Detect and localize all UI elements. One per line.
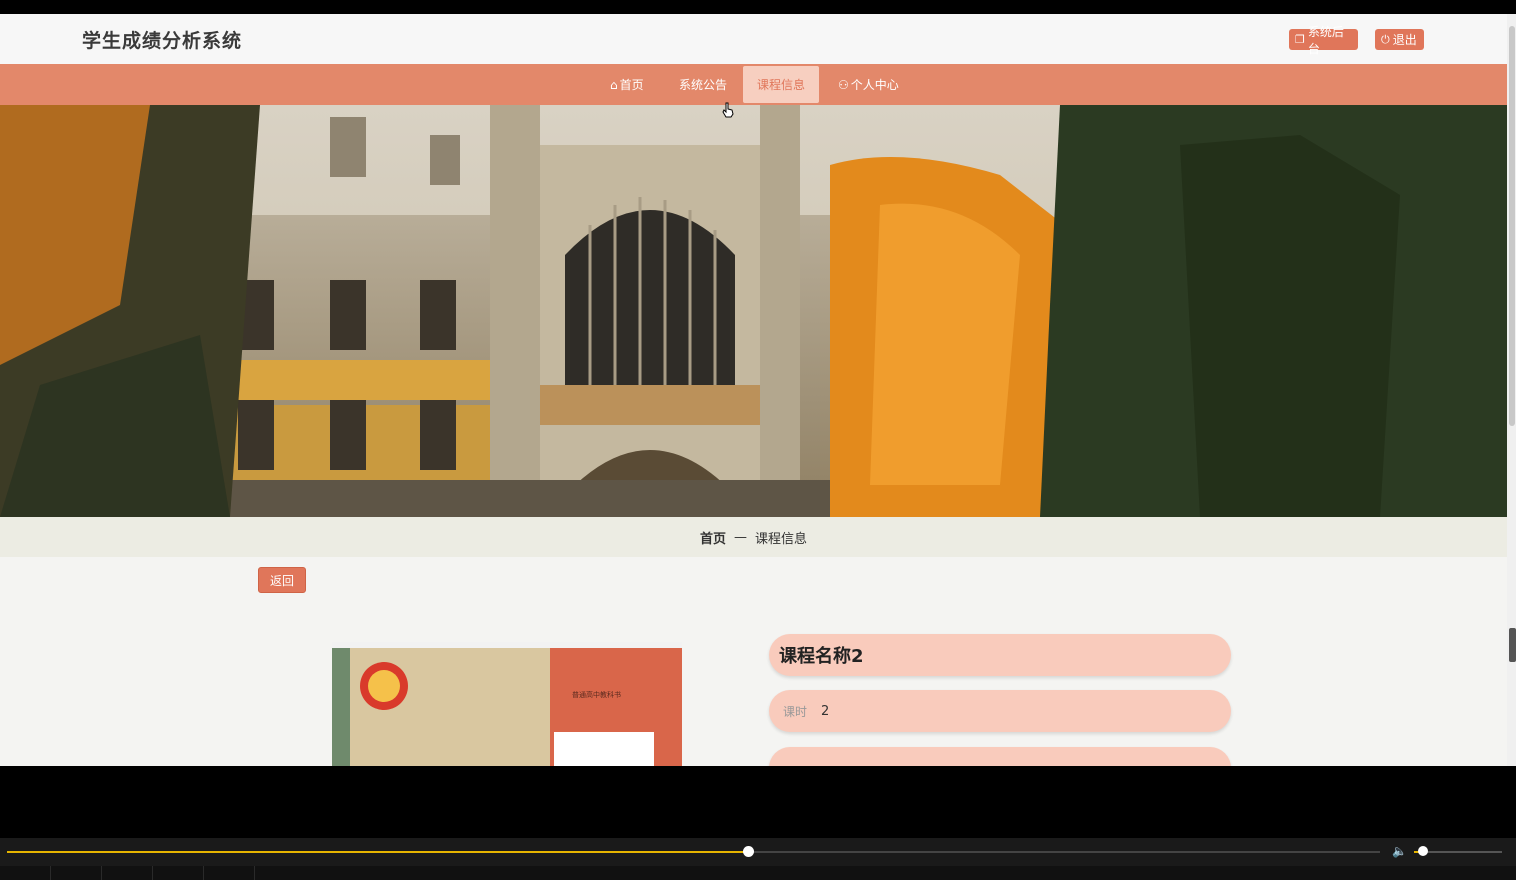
- browser-viewport: 学生成绩分析系统 ❐ 系统后台 ⏻ 退出 ⌂ 首页 系统公告 课程信息 ⚇ 个人…: [0, 14, 1516, 766]
- course-cover-image: 普通高中教科书: [332, 642, 682, 766]
- banner-image: [0, 105, 1507, 517]
- nav-item-label: 首页: [619, 78, 644, 92]
- taskbar-slot[interactable]: [204, 866, 255, 880]
- taskbar-slot[interactable]: [51, 866, 102, 880]
- nav-item-course-info[interactable]: 课程信息: [743, 66, 820, 103]
- breadcrumb-current: 课程信息: [755, 531, 808, 547]
- user-icon: ⚇: [838, 77, 849, 92]
- power-icon: ⏻: [1381, 32, 1390, 46]
- nav-item-announcements[interactable]: 系统公告: [679, 64, 727, 105]
- page-scrollbar-thumb[interactable]: [1509, 26, 1515, 426]
- side-handle[interactable]: [1509, 628, 1516, 662]
- taskbar-slot[interactable]: [102, 866, 153, 880]
- copy-icon: ❐: [1295, 33, 1305, 46]
- book-publisher-text: 普通高中教科书: [572, 690, 621, 699]
- volume-icon[interactable]: 🔈: [1392, 844, 1408, 858]
- course-hours-value: 2: [821, 703, 830, 719]
- site-header: 学生成绩分析系统 ❐ 系统后台 ⏻ 退出: [0, 14, 1507, 64]
- nav-item-label: 课程信息: [757, 78, 806, 92]
- nav-item-personal-center[interactable]: ⚇ 个人中心: [838, 64, 899, 105]
- course-info-pill: [769, 747, 1231, 766]
- course-hours-label: 课时: [783, 704, 808, 719]
- textbook-cover: 普通高中教科书: [332, 642, 682, 766]
- admin-button[interactable]: ❐ 系统后台: [1289, 25, 1358, 56]
- course-name: 课程名称2: [779, 646, 864, 667]
- hand-cursor-icon: [722, 102, 734, 118]
- logout-button[interactable]: ⏻ 退出: [1375, 29, 1424, 50]
- top-black-bar: [0, 0, 1516, 14]
- breadcrumb-separator: —: [734, 529, 747, 545]
- breadcrumb: 首页 — 课程信息: [0, 517, 1507, 557]
- nav-item-home[interactable]: ⌂ 首页: [610, 64, 644, 105]
- course-hours-pill: 课时 2: [769, 690, 1231, 732]
- taskbar-slot[interactable]: [153, 866, 204, 880]
- volume-knob[interactable]: [1418, 846, 1428, 856]
- course-name-pill: 课程名称2: [769, 634, 1231, 676]
- progress-fill: [7, 851, 748, 853]
- banner-illustration: [0, 105, 1507, 517]
- admin-button-label: 系统后台: [1307, 24, 1344, 56]
- site-title: 学生成绩分析系统: [82, 30, 243, 52]
- taskbar: [0, 866, 1516, 880]
- nav-item-label: 个人中心: [850, 78, 899, 92]
- logout-button-label: 退出: [1392, 33, 1417, 47]
- back-button[interactable]: 返回: [258, 567, 306, 593]
- nav-item-label: 系统公告: [679, 78, 728, 92]
- progress-knob[interactable]: [743, 846, 754, 857]
- breadcrumb-home[interactable]: 首页: [700, 528, 726, 547]
- taskbar-slot[interactable]: [0, 866, 51, 880]
- main-nav: ⌂ 首页 系统公告 课程信息 ⚇ 个人中心: [0, 64, 1507, 105]
- home-icon: ⌂: [610, 77, 618, 92]
